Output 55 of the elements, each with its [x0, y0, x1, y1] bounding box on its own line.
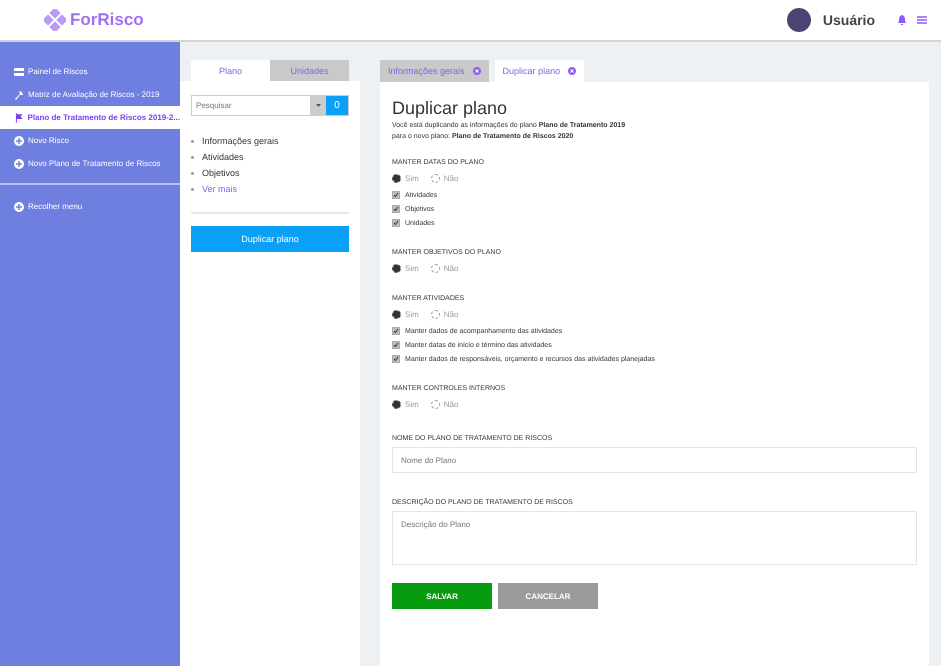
collapse-menu-item[interactable]: Recolher menu [0, 195, 180, 218]
save-button[interactable]: SALVAR [392, 583, 492, 610]
check-icon [393, 342, 399, 348]
radio-option[interactable]: Não [430, 174, 458, 184]
radio-option[interactable]: Não [430, 310, 458, 320]
bullet-icon [191, 140, 194, 142]
radio-option[interactable]: Sim [392, 310, 419, 320]
sidebar-item[interactable]: Matriz de Avaliação de Riscos - 2019 [0, 83, 180, 106]
more-link[interactable]: Ver mais [202, 184, 238, 194]
close-icon[interactable] [472, 67, 481, 75]
bell-icon[interactable] [897, 15, 907, 25]
check-icon [393, 192, 399, 198]
bullet-icon [191, 172, 194, 174]
name-field[interactable]: Nome do Plano [392, 447, 917, 474]
radio-option[interactable]: Sim [392, 400, 419, 410]
sidebar-item[interactable]: Novo Risco [0, 129, 180, 152]
radio-option[interactable]: Sim [392, 264, 419, 274]
avatar[interactable] [786, 8, 811, 32]
content-tab[interactable]: Duplicar plano [494, 60, 584, 82]
sidebar-item[interactable]: Plano de Tratamento de Riscos 2019-2... [0, 106, 180, 129]
count-button[interactable]: 0 [326, 96, 348, 115]
radio-option[interactable]: Não [430, 400, 458, 410]
check-icon [393, 328, 399, 334]
dashboard-icon [14, 66, 24, 76]
outline-item[interactable]: Objetivos [202, 168, 240, 178]
check-icon [393, 206, 399, 212]
plus-circle-icon [14, 136, 24, 146]
check-icon [393, 220, 399, 226]
panel-tab[interactable]: Unidades [270, 60, 349, 81]
outline-item[interactable]: Informações gerais [202, 136, 279, 146]
wrench-icon [14, 90, 24, 100]
outline-item[interactable]: Atividades [202, 152, 244, 162]
plus-circle-icon [14, 202, 24, 212]
form-title: Duplicar plano [392, 98, 508, 119]
check-icon [393, 356, 399, 362]
radio-option[interactable]: Sim [392, 174, 419, 184]
panel-tab[interactable]: Plano [191, 60, 270, 81]
content-tab[interactable]: Informações gerais [380, 60, 489, 82]
search-field[interactable]: Pesquisar 0 [191, 95, 349, 116]
logo-text: ForRisco [70, 10, 144, 30]
sidebar-item[interactable]: Novo Plano de Tratamento de Riscos [0, 152, 180, 175]
description-field[interactable]: Descrição do Plano [392, 511, 917, 566]
plus-circle-icon [14, 158, 24, 168]
radio-option[interactable]: Não [430, 264, 458, 274]
caret-icon[interactable] [316, 104, 320, 107]
cancel-button[interactable]: CANCELAR [498, 583, 598, 610]
sidebar-item[interactable]: Painel de Riscos [0, 60, 180, 83]
bullet-icon [191, 188, 194, 190]
logo-icon [44, 9, 66, 31]
close-icon[interactable] [568, 67, 576, 75]
duplicate-button[interactable]: Duplicar plano [191, 226, 349, 252]
flag-icon [14, 112, 24, 122]
user-name[interactable]: Usuário [822, 12, 875, 28]
menu-icon[interactable] [917, 16, 927, 24]
bullet-icon [191, 156, 194, 158]
